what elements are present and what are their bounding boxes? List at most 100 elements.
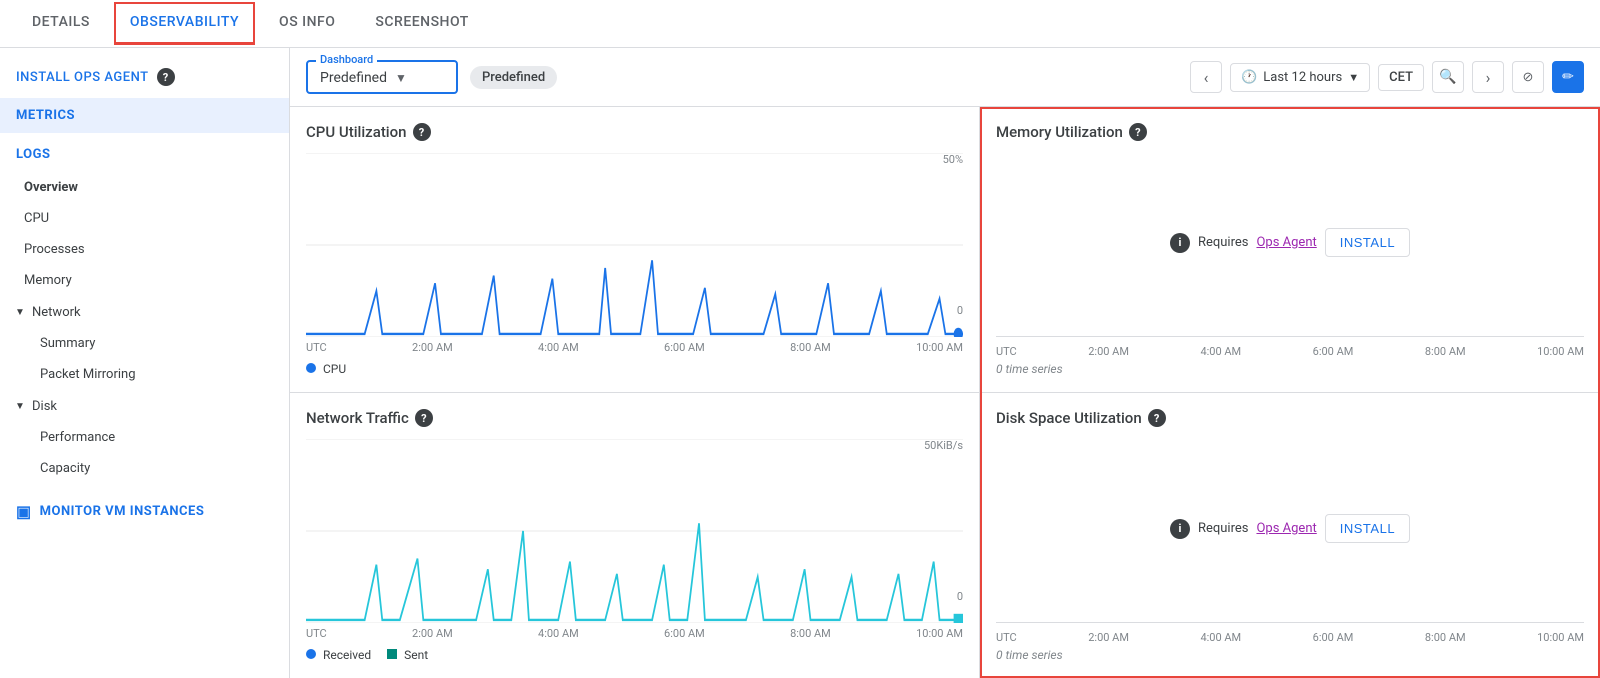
mem-x-3: 6:00 AM [1313, 345, 1354, 358]
disk-x-4: 8:00 AM [1425, 631, 1466, 644]
sidebar-metrics-item[interactable]: METRICS [0, 98, 289, 133]
cpu-legend: CPU [306, 362, 963, 376]
sidebar-logs-item[interactable]: LOGS [0, 137, 289, 172]
dashboard-label: Dashboard [316, 53, 377, 66]
cpu-x-3: 6:00 AM [664, 341, 705, 354]
mem-x-5: 10:00 AM [1537, 345, 1584, 358]
charts-left: CPU Utilization ? 50% 0 [290, 107, 980, 678]
cpu-y-label: 50% [943, 153, 963, 166]
disk-x-2: 4:00 AM [1200, 631, 1241, 644]
cpu-zero-label: 0 [957, 304, 963, 317]
cpu-chart-title: CPU Utilization [306, 123, 407, 141]
cpu-help-icon[interactable]: ? [413, 123, 431, 141]
sidebar-item-disk[interactable]: ▼ Disk [0, 390, 289, 422]
network-zero-label: 0 [957, 590, 963, 603]
monitor-label: MONITOR VM INSTANCES [40, 504, 205, 519]
memory-chart-line [996, 336, 1584, 337]
search-btn[interactable]: 🔍 [1432, 61, 1464, 93]
dashboard-dropdown[interactable]: Predefined ▼ [316, 64, 456, 92]
cpu-legend-dot [306, 363, 316, 373]
memory-ops-agent-link[interactable]: Ops Agent [1256, 235, 1316, 250]
network-help-icon[interactable]: ? [415, 409, 433, 427]
mem-x-4: 8:00 AM [1425, 345, 1466, 358]
dashboard-select-value: Predefined [320, 70, 387, 86]
install-ops-help-icon[interactable]: ? [157, 68, 175, 86]
edit-btn[interactable]: ✏ [1552, 61, 1584, 93]
monitor-icon: ▣ [16, 502, 32, 521]
cpu-x-5: 10:00 AM [916, 341, 963, 354]
cpu-chart-panel: CPU Utilization ? 50% 0 [290, 107, 979, 393]
received-legend-dot [306, 649, 316, 659]
network-legend-sent: Sent [387, 648, 428, 662]
predefined-badge[interactable]: Predefined [470, 66, 557, 89]
mem-x-1: 2:00 AM [1088, 345, 1129, 358]
sidebar-item-packet-mirroring[interactable]: Packet Mirroring [0, 359, 289, 390]
net-x-0: UTC [306, 627, 327, 640]
network-chart-panel: Network Traffic ? 50KiB/s [290, 393, 979, 678]
net-x-3: 6:00 AM [664, 627, 705, 640]
clock-icon: 🕐 [1241, 70, 1257, 85]
disk-time-series-label: 0 time series [996, 648, 1584, 662]
sent-legend-square [387, 649, 397, 659]
sidebar-item-memory[interactable]: Memory [0, 265, 289, 296]
time-range-label: Last 12 hours [1263, 70, 1342, 85]
memory-time-series-label: 0 time series [996, 362, 1584, 376]
sidebar: INSTALL OPS AGENT ? METRICS LOGS Overvie… [0, 48, 290, 678]
tab-screenshot[interactable]: SCREENSHOT [359, 2, 484, 45]
memory-requires-ops: i Requires Ops Agent INSTALL [996, 153, 1584, 332]
sync-disabled-btn[interactable]: ⊘ [1512, 61, 1544, 93]
disk-requires-row: i Requires Ops Agent INSTALL [1170, 514, 1410, 543]
disk-chart-title: Disk Space Utilization [996, 409, 1142, 427]
disk-x-5: 10:00 AM [1537, 631, 1584, 644]
content-area: Dashboard Predefined ▼ Predefined ‹ 🕐 La… [290, 48, 1600, 678]
network-title-row: Network Traffic ? [306, 409, 963, 427]
disk-install-button[interactable]: INSTALL [1325, 514, 1410, 543]
cpu-x-axis: UTC 2:00 AM 4:00 AM 6:00 AM 8:00 AM 10:0… [306, 337, 963, 354]
network-arrow-icon: ▼ [12, 304, 28, 320]
monitor-vm-instances[interactable]: ▣ MONITOR VM INSTANCES [0, 492, 289, 531]
memory-requires-text: Requires [1198, 235, 1249, 250]
sidebar-item-network[interactable]: ▼ Network [0, 296, 289, 328]
sidebar-item-capacity[interactable]: Capacity [0, 453, 289, 484]
dashboard-right: ‹ 🕐 Last 12 hours ▼ CET 🔍 › ⊘ ✏ [1190, 61, 1584, 93]
dashboard-left: Dashboard Predefined ▼ Predefined [306, 60, 557, 94]
timezone-badge[interactable]: CET [1378, 64, 1424, 91]
sidebar-item-performance[interactable]: Performance [0, 422, 289, 453]
network-chart-title: Network Traffic [306, 409, 409, 427]
sidebar-item-processes[interactable]: Processes [0, 234, 289, 265]
tab-observability[interactable]: OBSERVABILITY [114, 2, 255, 45]
next-btn[interactable]: › [1472, 61, 1504, 93]
time-range-btn[interactable]: 🕐 Last 12 hours ▼ [1230, 63, 1370, 92]
disk-help-icon[interactable]: ? [1148, 409, 1166, 427]
memory-chart-panel: Memory Utilization ? i Requires Ops Agen… [980, 107, 1600, 393]
install-ops-link[interactable]: INSTALL OPS AGENT [16, 70, 149, 85]
memory-help-icon[interactable]: ? [1129, 123, 1147, 141]
network-x-axis: UTC 2:00 AM 4:00 AM 6:00 AM 8:00 AM 10:0… [306, 623, 963, 640]
disk-x-axis: UTC 2:00 AM 4:00 AM 6:00 AM 8:00 AM 10:0… [996, 627, 1584, 644]
sidebar-item-cpu[interactable]: CPU [0, 203, 289, 234]
tab-details[interactable]: DETAILS [16, 2, 106, 45]
cpu-legend-label: CPU [323, 362, 346, 376]
charts-grid: CPU Utilization ? 50% 0 [290, 107, 1600, 678]
disk-requires-text: Requires [1198, 521, 1249, 536]
network-chart-svg [306, 439, 963, 623]
memory-install-button[interactable]: INSTALL [1325, 228, 1410, 257]
sidebar-item-overview[interactable]: Overview [0, 172, 289, 203]
disk-x-0: UTC [996, 631, 1017, 644]
prev-btn[interactable]: ‹ [1190, 61, 1222, 93]
disk-title-row: Disk Space Utilization ? [996, 409, 1584, 427]
dropdown-chevron-icon: ▼ [395, 71, 407, 85]
tab-os-info[interactable]: OS INFO [263, 2, 351, 45]
mem-x-2: 4:00 AM [1200, 345, 1241, 358]
sidebar-item-summary[interactable]: Summary [0, 328, 289, 359]
disk-chart-line [996, 622, 1584, 623]
cpu-chart-body: 50% 0 [306, 153, 963, 337]
disk-ops-agent-link[interactable]: Ops Agent [1256, 521, 1316, 536]
cpu-legend-item: CPU [306, 362, 346, 376]
charts-right: Memory Utilization ? i Requires Ops Agen… [980, 107, 1600, 678]
mem-x-0: UTC [996, 345, 1017, 358]
dashboard-header: Dashboard Predefined ▼ Predefined ‹ 🕐 La… [290, 48, 1600, 107]
memory-title-row: Memory Utilization ? [996, 123, 1584, 141]
cpu-x-0: UTC [306, 341, 327, 354]
network-legend-received: Received [306, 648, 371, 662]
